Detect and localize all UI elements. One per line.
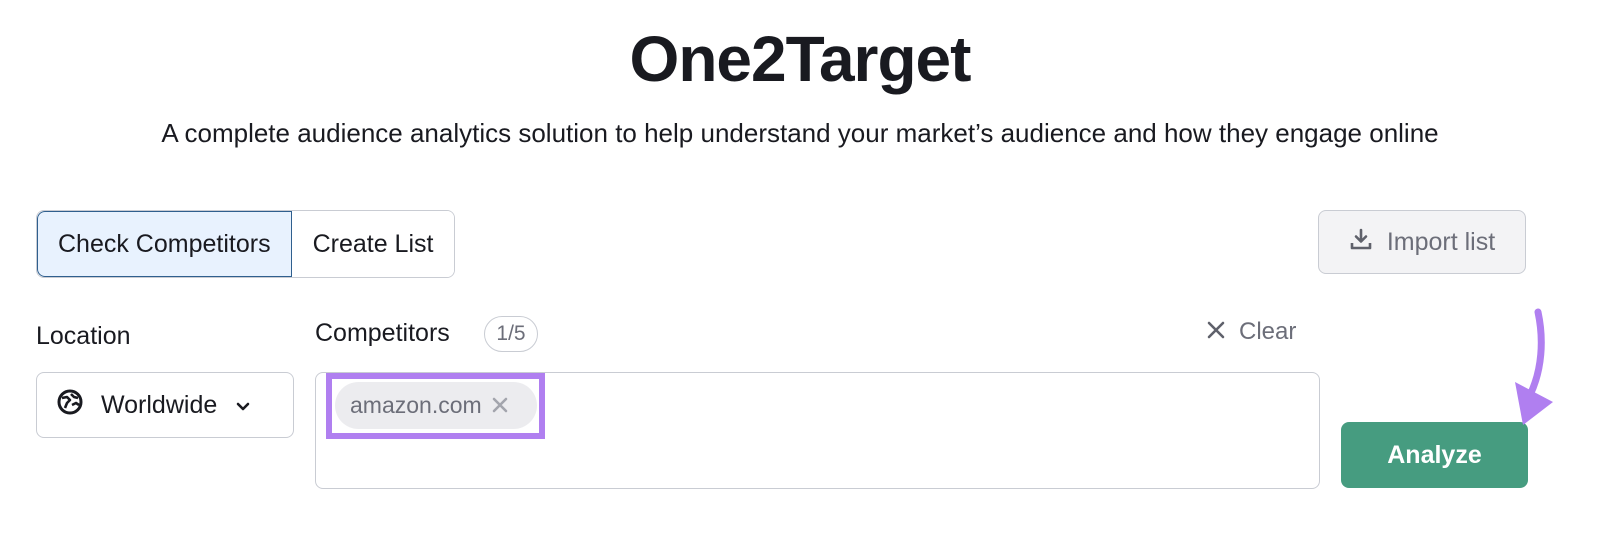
annotation-highlight-box	[326, 373, 545, 439]
globe-icon	[57, 389, 83, 422]
download-icon	[1349, 227, 1373, 258]
tab-check-competitors[interactable]: Check Competitors	[37, 211, 292, 277]
page-subtitle: A complete audience analytics solution t…	[161, 118, 1439, 148]
clear-button[interactable]: Clear	[1207, 318, 1296, 346]
import-list-label: Import list	[1386, 227, 1496, 256]
analyze-button[interactable]: Analyze	[1341, 422, 1528, 488]
import-list-button[interactable]: Import list	[1318, 210, 1526, 274]
location-value: Worldwide	[101, 390, 218, 419]
annotation-arrow-icon	[1515, 308, 1553, 425]
competitors-label: Competitors	[315, 319, 450, 347]
competitors-count-badge: 1/5	[484, 316, 538, 352]
location-label: Location	[36, 322, 131, 350]
tab-create-list[interactable]: Create List	[291, 211, 455, 277]
location-select[interactable]: Worldwide	[36, 372, 294, 438]
chevron-down-icon	[235, 391, 251, 420]
close-icon	[1207, 318, 1225, 346]
page-title: One2Target	[629, 23, 972, 95]
clear-label: Clear	[1239, 318, 1297, 345]
mode-tabs: Check Competitors Create List	[36, 210, 456, 278]
